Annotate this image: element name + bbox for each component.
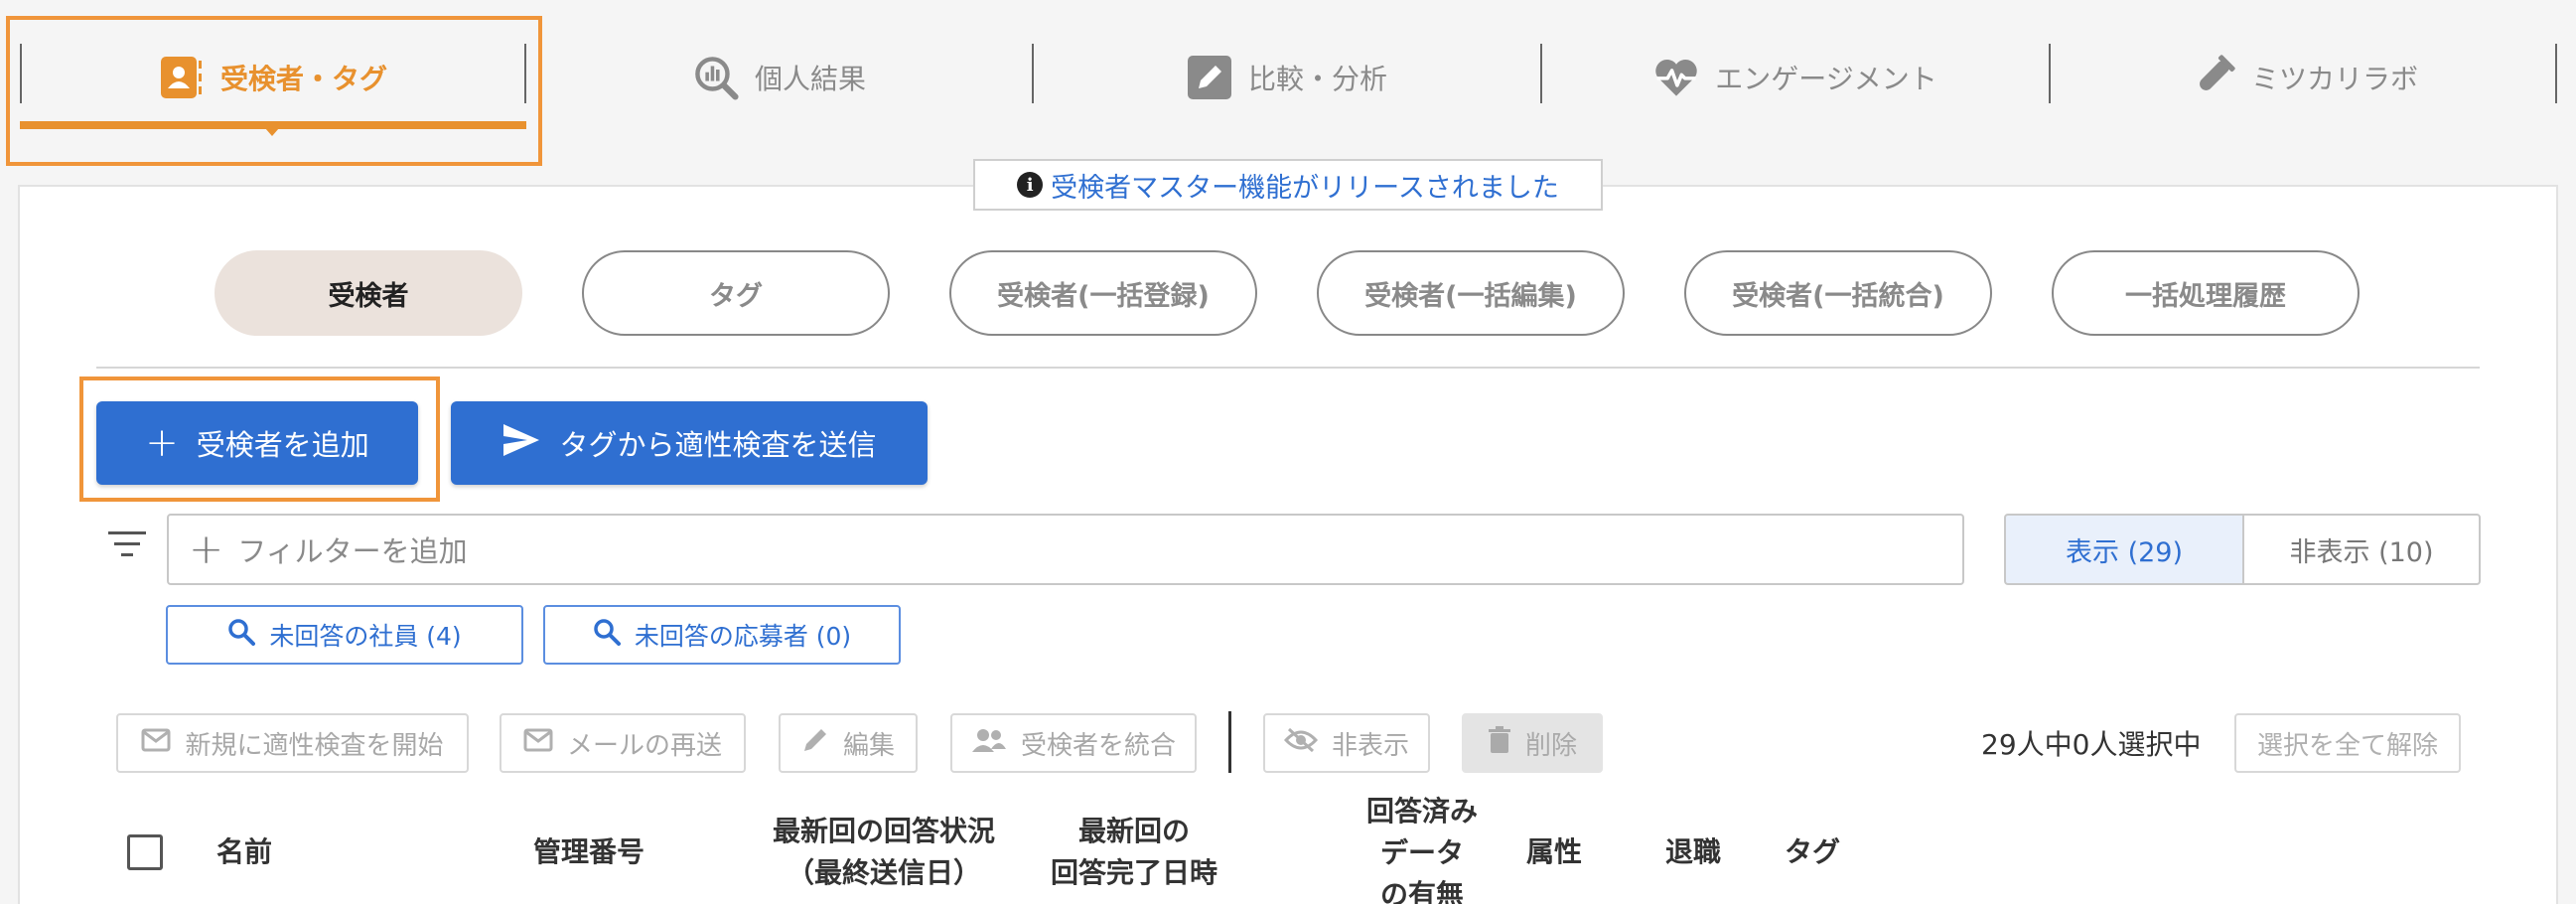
hide-toggle[interactable]: 非表示 (10) (2242, 514, 2481, 585)
subtab-bulk-merge[interactable]: 受検者(一括統合) (1684, 250, 1992, 336)
notice-text: 受検者マスター機能がリリースされました (1051, 172, 1559, 204)
column-header-latest-completed[interactable]: 最新回の 回答完了日時 (1043, 811, 1225, 894)
tab-separator (2555, 44, 2557, 103)
start-new-test-button[interactable]: 新規に適性検査を開始 (116, 713, 469, 773)
selection-status: 29人中0人選択中 (1981, 728, 2202, 761)
subtab-label: 一括処理履歴 (2125, 280, 2286, 312)
column-header-retired[interactable]: 退職 (1665, 831, 1721, 873)
send-from-tag-button[interactable]: タグから適性検査を送信 (451, 401, 928, 485)
test-tube-icon (2190, 54, 2235, 100)
header-line: の有無 (1379, 878, 1464, 904)
pencil-icon (801, 726, 829, 761)
active-tab-highlight (6, 16, 542, 166)
column-header-tag[interactable]: タグ (1785, 831, 1840, 873)
action-label: 編集 (842, 730, 895, 761)
subtab-tag[interactable]: タグ (582, 250, 890, 336)
select-all-checkbox[interactable] (127, 834, 163, 870)
plus-icon: + (189, 525, 224, 573)
show-toggle[interactable]: 表示 (29) (2004, 514, 2244, 585)
header-line: 最新回の回答状況 (772, 815, 995, 847)
header-line: 回答済み (1365, 795, 1478, 828)
quick-filter-unanswered-applicants[interactable]: 未回答の応募者 (0) (543, 605, 901, 665)
trash-icon (1488, 725, 1511, 761)
subtab-label: 受検者(一括登録) (997, 280, 1210, 312)
column-header-name[interactable]: 名前 (216, 831, 272, 873)
tab-label: ミツカリラボ (2250, 62, 2418, 95)
clear-selection-button[interactable]: 選択を全て解除 (2234, 713, 2461, 773)
eye-off-icon (1283, 727, 1319, 760)
column-header-attribute[interactable]: 属性 (1526, 831, 1582, 873)
subtab-bulk-history[interactable]: 一括処理履歴 (2052, 250, 2360, 336)
release-notice[interactable]: i 受検者マスター機能がリリースされました (973, 159, 1603, 211)
filter-placeholder: フィルターを追加 (237, 534, 468, 568)
action-label: 非表示 (1331, 730, 1409, 761)
column-header-answered-data[interactable]: 回答済み データ の有無 (1360, 791, 1484, 904)
subtab-examinee[interactable]: 受検者 (215, 250, 522, 336)
column-header-management-no[interactable]: 管理番号 (533, 831, 644, 873)
subtab-bulk-register[interactable]: 受検者(一括登録) (949, 250, 1257, 336)
tab-label: 個人結果 (754, 62, 866, 95)
action-label: 新規に適性検査を開始 (185, 730, 444, 761)
heartbeat-icon (1653, 55, 1699, 100)
merge-examinee-button[interactable]: 受検者を統合 (950, 713, 1197, 773)
search-icon (593, 618, 621, 652)
add-button-highlight (79, 377, 440, 502)
toggle-label: 表示 (29) (2065, 536, 2183, 568)
subtab-label: 受検者(一括編集) (1364, 280, 1577, 312)
section-divider (96, 367, 2480, 369)
action-label: 削除 (1524, 730, 1577, 761)
edit-button[interactable]: 編集 (779, 713, 918, 773)
tab-compare-analyze[interactable]: 比較・分析 (1033, 20, 1541, 134)
tab-label: エンゲージメント (1715, 62, 1937, 95)
action-separator (1228, 711, 1231, 773)
tab-mitsucari-lab[interactable]: ミツカリラボ (2050, 20, 2558, 134)
tab-individual-results[interactable]: 個人結果 (526, 20, 1033, 134)
quick-filter-unanswered-employees[interactable]: 未回答の社員 (4) (166, 605, 523, 665)
tab-label: 比較・分析 (1247, 62, 1387, 95)
info-icon: i (1017, 172, 1044, 198)
quick-filter-label: 未回答の社員 (4) (269, 622, 462, 651)
header-line: 回答完了日時 (1050, 856, 1217, 889)
tab-engagement[interactable]: エンゲージメント (1541, 20, 2050, 134)
header-line: データ (1379, 836, 1464, 869)
resend-mail-button[interactable]: メールの再送 (500, 713, 746, 773)
action-label: 受検者を統合 (1020, 730, 1176, 761)
subtab-label: タグ (709, 280, 763, 312)
subtab-label: 受検者 (328, 280, 409, 312)
header-line: 最新回の (1077, 815, 1190, 847)
quick-filter-label: 未回答の応募者 (0) (634, 622, 852, 651)
action-label: メールの再送 (566, 730, 722, 761)
add-filter-input[interactable]: + フィルターを追加 (167, 514, 1964, 585)
mail-icon (523, 728, 553, 759)
people-icon (971, 727, 1007, 760)
mail-icon (141, 728, 171, 759)
filter-icon[interactable] (107, 531, 147, 567)
toggle-label: 非表示 (10) (2289, 536, 2434, 568)
button-label: タグから適性検査を送信 (559, 428, 877, 462)
header-line: （最終送信日） (786, 856, 981, 889)
send-icon (501, 422, 541, 465)
subtab-bulk-edit[interactable]: 受検者(一括編集) (1317, 250, 1625, 336)
action-label: 選択を全て解除 (2256, 730, 2438, 761)
column-header-latest-status[interactable]: 最新回の回答状況 （最終送信日） (765, 811, 1003, 894)
search-icon (227, 618, 256, 652)
subtab-label: 受検者(一括統合) (1732, 280, 1944, 312)
pencil-icon (1187, 55, 1232, 100)
chart-search-icon (693, 55, 739, 100)
delete-button[interactable]: 削除 (1462, 713, 1603, 773)
hide-button[interactable]: 非表示 (1263, 713, 1430, 773)
